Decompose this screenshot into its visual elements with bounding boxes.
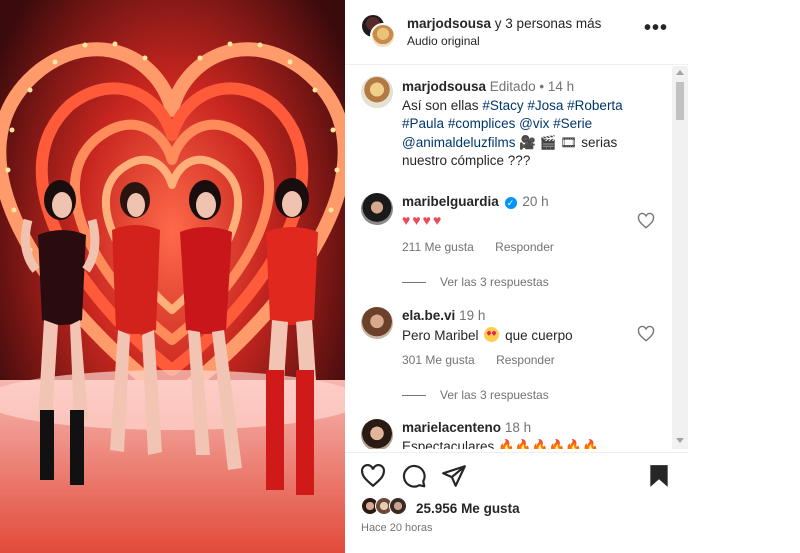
comment-time[interactable]: 18 h <box>505 420 531 435</box>
avatar <box>389 497 407 515</box>
post-header: marjodsousa y 3 personas más Audio origi… <box>345 0 688 65</box>
audio-link[interactable]: Audio original <box>407 34 480 48</box>
comment-header: marielacenteno 18 h <box>402 420 531 435</box>
comments-scrollbar[interactable] <box>672 66 688 449</box>
heart-icon[interactable] <box>637 212 655 230</box>
post-details-panel: marjodsousa y 3 personas más Audio origi… <box>345 0 688 553</box>
caption-username[interactable]: marjodsousa <box>402 79 486 94</box>
hashtag-link[interactable]: #Josa <box>527 98 563 113</box>
likes-count[interactable]: 25.956 Me gusta <box>416 501 520 516</box>
reply-button[interactable]: Responder <box>495 240 554 254</box>
divider <box>402 395 426 397</box>
comment-text-part: que cuerpo <box>505 328 573 343</box>
comment-header: ela.be.vi 19 h <box>402 308 485 323</box>
likes-number: 25.956 <box>416 501 458 516</box>
view-replies-button[interactable]: Ver las 3 respuestas <box>402 275 549 289</box>
post-caption: marjodsousa Editado • 14 h Así son ellas… <box>402 78 664 171</box>
bookmark-icon[interactable] <box>646 463 672 489</box>
caption-time[interactable]: 14 h <box>548 79 574 94</box>
edited-label: Editado <box>489 79 536 94</box>
hashtag-link[interactable]: #Stacy <box>482 98 523 113</box>
comment-text-part: Espectaculares <box>402 439 495 449</box>
comment-text-part: Pero Maribel <box>402 328 479 343</box>
verified-badge-icon: ✓ <box>504 197 517 209</box>
comment-actions: 211 Me gusta Responder <box>402 240 572 254</box>
header-others[interactable]: y 3 personas más <box>495 16 602 31</box>
comment-username[interactable]: marielacenteno <box>402 420 501 435</box>
comment-text: ♥♥♥♥ <box>402 212 444 228</box>
comment-header: maribelguardia ✓ 20 h <box>402 194 549 209</box>
divider <box>402 282 426 284</box>
scrollbar-thumb[interactable] <box>676 82 684 120</box>
collab-avatars[interactable] <box>360 13 396 49</box>
view-replies-button[interactable]: Ver las 3 respuestas <box>402 388 549 402</box>
hashtag-link[interactable]: #Serie <box>553 116 592 131</box>
hashtag-link[interactable]: #complices <box>448 116 516 131</box>
comment-actions: 301 Me gusta Responder <box>402 353 573 367</box>
caption-avatar[interactable] <box>361 76 393 108</box>
header-username[interactable]: marjodsousa <box>407 16 491 31</box>
page-background <box>688 0 800 553</box>
comment-avatar[interactable] <box>361 307 393 339</box>
post-media[interactable] <box>0 0 345 553</box>
post-date[interactable]: Hace 20 horas <box>361 522 433 534</box>
comment-likes[interactable]: 301 Me gusta <box>402 353 475 367</box>
fire-emoji-icon: 🔥🔥🔥🔥🔥🔥 <box>498 439 599 449</box>
more-dots-icon[interactable]: ••• <box>644 18 668 38</box>
separator-dot: • <box>539 79 545 94</box>
heart-icon[interactable] <box>360 463 386 489</box>
comments-scroll-area[interactable]: marjodsousa Editado • 14 h Así son ellas… <box>345 66 688 449</box>
post-image <box>0 0 345 553</box>
comment-username[interactable]: ela.be.vi <box>402 308 455 323</box>
comment-username[interactable]: maribelguardia <box>402 194 499 209</box>
share-icon[interactable] <box>441 463 467 489</box>
caption-text: Así son ellas <box>402 97 479 113</box>
view-replies-label: Ver las 3 respuestas <box>440 388 549 402</box>
comment-icon[interactable] <box>401 463 427 489</box>
mention-link[interactable]: @animaldeluzfilms <box>402 135 516 150</box>
comment-text: Pero Maribel que cuerpo <box>402 327 573 343</box>
hashtag-link[interactable]: #Roberta <box>567 98 623 113</box>
scroll-down-icon[interactable] <box>676 438 684 443</box>
view-replies-label: Ver las 3 respuestas <box>440 275 549 289</box>
header-usernames[interactable]: marjodsousa y 3 personas más <box>407 16 601 31</box>
comment-text: Espectaculares 🔥🔥🔥🔥🔥🔥 <box>402 439 599 449</box>
scroll-up-icon[interactable] <box>676 70 684 75</box>
hashtag-link[interactable]: #Paula <box>402 116 444 131</box>
avatar[interactable] <box>370 23 396 49</box>
reply-button[interactable]: Responder <box>496 353 555 367</box>
heart-eyes-emoji-icon <box>484 327 500 342</box>
comment-likes[interactable]: 211 Me gusta <box>402 240 474 254</box>
heart-icon[interactable] <box>637 325 655 343</box>
mention-link[interactable]: @vix <box>519 116 549 131</box>
comment-avatar[interactable] <box>361 193 393 225</box>
comment-time[interactable]: 20 h <box>522 194 548 209</box>
caption-emojis: 🎥 🎬 🎞 <box>519 134 578 150</box>
comment-time[interactable]: 19 h <box>459 308 485 323</box>
likes-label: Me gusta <box>461 501 520 516</box>
comment-avatar[interactable] <box>361 419 393 449</box>
